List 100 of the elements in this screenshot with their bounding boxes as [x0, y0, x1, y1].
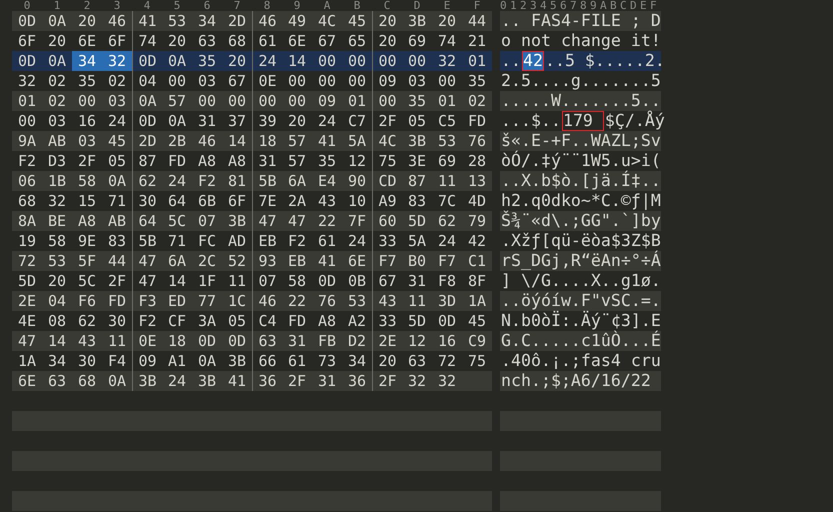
hex-byte[interactable]: 68 — [12, 191, 42, 211]
hex-byte[interactable]: 64 — [162, 191, 192, 211]
hex-byte[interactable]: AD — [222, 231, 252, 251]
hex-byte[interactable]: 58 — [72, 171, 102, 191]
hex-byte[interactable]: 00 — [282, 91, 312, 111]
hex-byte[interactable]: C1 — [462, 251, 492, 271]
hex-byte[interactable]: 68 — [222, 31, 252, 51]
hex-byte[interactable]: 32 — [102, 51, 132, 71]
hex-byte[interactable]: 37 — [222, 111, 252, 131]
ascii-row[interactable]: G.C.....c1ûÒ...É — [500, 331, 661, 351]
hex-byte[interactable]: C7 — [342, 111, 372, 131]
hex-byte[interactable]: 52 — [222, 251, 252, 271]
hex-byte[interactable]: 57 — [162, 91, 192, 111]
hex-byte[interactable]: 0D — [312, 271, 342, 291]
hex-byte[interactable]: 69 — [402, 31, 432, 51]
hex-byte[interactable]: 2F — [282, 371, 312, 391]
hex-byte[interactable]: 5C — [72, 271, 102, 291]
hex-byte[interactable]: 34 — [72, 51, 102, 71]
hex-byte[interactable]: 4C — [312, 11, 342, 31]
hex-byte[interactable]: 83 — [102, 231, 132, 251]
ascii-row[interactable]: ..42..5 $.....2. — [500, 51, 661, 71]
hex-byte[interactable]: 34 — [342, 351, 372, 371]
hex-byte[interactable]: 6B — [192, 191, 222, 211]
hex-byte[interactable]: 0D — [432, 311, 462, 331]
ascii-row[interactable]: rS_DGj,R“ëAn÷°÷Á — [500, 251, 661, 271]
hex-byte[interactable]: 0D — [222, 331, 252, 351]
hex-byte[interactable]: 20 — [282, 111, 312, 131]
hex-byte[interactable]: 0A — [102, 371, 132, 391]
hex-byte[interactable]: 63 — [402, 351, 432, 371]
hex-byte[interactable]: 7C — [432, 191, 462, 211]
hex-row[interactable]: 06 1B 58 0A 62 24 F2 81 5B 6A E4 90 CD 87 11 13 — [12, 171, 492, 191]
hex-byte[interactable]: 62 — [432, 211, 462, 231]
hex-byte[interactable]: 2F — [102, 271, 132, 291]
hex-byte[interactable]: 8F — [462, 271, 492, 291]
hex-byte[interactable]: 34 — [42, 351, 72, 371]
hex-row[interactable]: 47 14 43 11 0E 18 0D 0D 63 31 FB D2 2E 12 16 C9 — [12, 331, 492, 351]
hex-byte[interactable]: 03 — [402, 71, 432, 91]
hex-byte[interactable]: D3 — [42, 151, 72, 171]
hex-byte[interactable]: 6F — [222, 191, 252, 211]
hex-byte[interactable]: 00 — [432, 71, 462, 91]
hex-byte[interactable]: 24 — [102, 111, 132, 131]
hex-byte[interactable]: F2 — [192, 171, 222, 191]
hex-byte[interactable]: 00 — [72, 91, 102, 111]
hex-byte[interactable]: 35 — [72, 71, 102, 91]
hex-byte[interactable]: 9A — [12, 131, 42, 151]
hex-byte[interactable]: 3B — [402, 131, 432, 151]
hex-byte[interactable]: F8 — [432, 271, 462, 291]
hex-byte[interactable]: 43 — [312, 191, 342, 211]
hex-byte[interactable]: 45 — [342, 11, 372, 31]
hex-byte[interactable]: 02 — [102, 71, 132, 91]
hex-byte[interactable]: 24 — [312, 111, 342, 131]
hex-byte[interactable]: 34 — [192, 11, 222, 31]
hex-byte[interactable]: 53 — [432, 131, 462, 151]
hex-byte[interactable]: 45 — [462, 311, 492, 331]
hex-byte[interactable]: CF — [162, 311, 192, 331]
hex-byte[interactable]: 67 — [222, 71, 252, 91]
hex-byte[interactable]: 20 — [162, 31, 192, 51]
hex-byte[interactable]: A1 — [162, 351, 192, 371]
hex-byte[interactable]: 2A — [282, 191, 312, 211]
hex-byte[interactable]: 13 — [462, 171, 492, 191]
hex-byte[interactable]: 32 — [432, 371, 462, 391]
hex-byte[interactable]: 72 — [432, 351, 462, 371]
hex-byte[interactable]: 2E — [12, 291, 42, 311]
hex-row[interactable]: 01 02 00 03 0A 57 00 00 00 00 09 01 00 35 01 02 — [12, 91, 492, 111]
hex-byte[interactable]: 00 — [192, 91, 222, 111]
hex-byte[interactable]: 2F — [72, 151, 102, 171]
hex-byte[interactable]: 1C — [222, 291, 252, 311]
hex-byte[interactable]: 30 — [72, 351, 102, 371]
hex-byte[interactable]: FD — [162, 151, 192, 171]
hex-byte[interactable]: 63 — [42, 371, 72, 391]
hex-byte[interactable]: 74 — [432, 31, 462, 51]
hex-byte[interactable]: 44 — [102, 251, 132, 271]
hex-byte[interactable]: 32 — [42, 191, 72, 211]
hex-byte[interactable]: 10 — [342, 191, 372, 211]
hex-row[interactable]: 72 53 5F 44 47 6A 2C 52 93 EB 41 6E F7 B0 F7 C1 — [12, 251, 492, 271]
hex-row[interactable]: 9A AB 03 45 2D 2B 46 14 18 57 41 5A 4C 3B 53 76 — [12, 131, 492, 151]
hex-byte[interactable]: 5A — [402, 231, 432, 251]
hex-byte[interactable]: 63 — [192, 31, 222, 51]
hex-byte[interactable]: 0B — [342, 271, 372, 291]
hex-byte[interactable]: 53 — [42, 251, 72, 271]
hex-byte[interactable]: 6A — [162, 251, 192, 271]
hex-byte[interactable]: 0A — [42, 11, 72, 31]
hex-byte[interactable]: 11 — [102, 331, 132, 351]
hex-byte[interactable]: 3E — [402, 151, 432, 171]
hex-byte[interactable]: 35 — [312, 151, 342, 171]
hex-byte[interactable]: 08 — [42, 311, 72, 331]
hex-byte[interactable]: 05 — [402, 111, 432, 131]
hex-byte[interactable]: 03 — [42, 111, 72, 131]
hex-byte[interactable]: 6E — [342, 251, 372, 271]
hex-byte[interactable]: 20 — [72, 11, 102, 31]
hex-byte[interactable]: 11 — [432, 171, 462, 191]
hex-byte[interactable]: 09 — [312, 91, 342, 111]
hex-byte[interactable]: 16 — [72, 111, 102, 131]
hex-byte[interactable]: 32 — [432, 51, 462, 71]
hex-byte[interactable]: 00 — [12, 111, 42, 131]
hex-byte[interactable]: 46 — [102, 11, 132, 31]
hex-byte[interactable]: 2D — [222, 11, 252, 31]
hex-byte[interactable]: 8A — [12, 211, 42, 231]
hex-byte[interactable]: 00 — [282, 71, 312, 91]
hex-byte[interactable]: 0A — [192, 351, 222, 371]
